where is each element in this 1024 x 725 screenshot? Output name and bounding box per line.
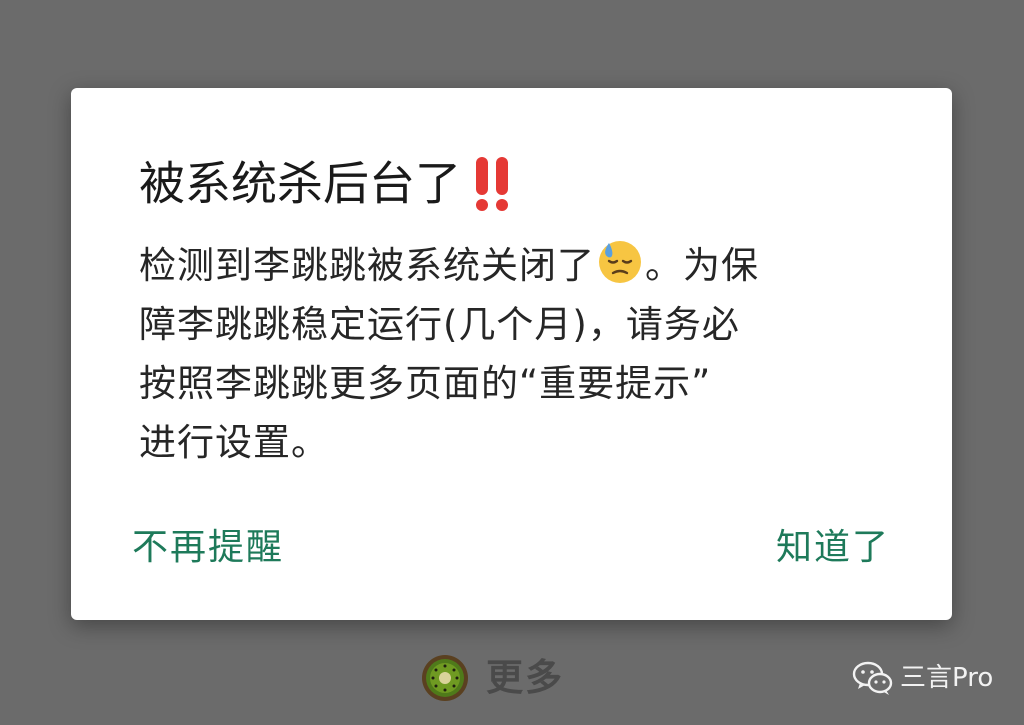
more-tab-label: 更多 [486, 656, 564, 699]
dialog-title-text: 被系统杀后台了 [139, 156, 461, 211]
message-line-2: 障李跳跳稳定运行(几个月)，请务必 [139, 303, 740, 346]
message-line-3: 按照李跳跳更多页面的“重要提示” [139, 362, 712, 405]
message-line-1: 检测到李跳跳被系统关闭了 。为保 [139, 236, 899, 295]
watermark-label: 三言Pro [900, 663, 994, 693]
dialog-message: 检测到李跳跳被系统关闭了 。为保 障李跳跳稳定运行(几个月)，请务必 按照李跳跳… [139, 236, 899, 472]
got-it-button[interactable]: 知道了 [776, 510, 890, 578]
downcast-face-with-sweat-icon [599, 241, 641, 283]
dialog-title: 被系统杀后台了 [139, 140, 511, 220]
message-text: 。为保 [645, 244, 759, 287]
message-line-4: 进行设置。 [139, 421, 329, 464]
wechat-icon [852, 661, 893, 695]
background-nav: 更多 三言Pro [0, 650, 1024, 710]
kiwi-icon [422, 655, 468, 701]
alert-dialog: 被系统杀后台了 检测到李跳跳被系统关闭了 。为保 障李跳跳稳定运行(几个月)，请… [71, 88, 952, 620]
double-exclamation-icon [476, 156, 508, 211]
dont-remind-button[interactable]: 不再提醒 [132, 510, 284, 578]
message-text: 检测到李跳跳被系统关闭了 [139, 244, 595, 287]
